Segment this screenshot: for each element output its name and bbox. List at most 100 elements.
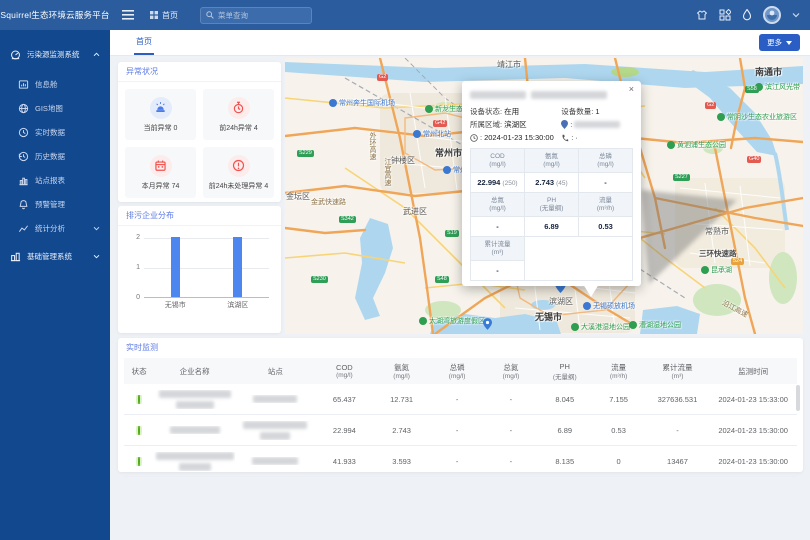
sidebar-item-sub-5[interactable]: 站点报表 [0, 169, 110, 191]
cell-value: 6.89 [538, 426, 592, 435]
history-data-icon [18, 151, 29, 162]
cell-value: 65.437 [316, 395, 373, 404]
sidebar-item-label: 实时数据 [35, 127, 65, 138]
abnormal-card-2[interactable]: 本月异常 74 [125, 147, 196, 198]
theme-shirt-icon[interactable] [696, 9, 708, 21]
abnormal-card-label: 前24h未处理异常 4 [209, 181, 269, 191]
search-input[interactable] [218, 11, 303, 20]
site-name-redacted [235, 395, 316, 403]
more-button[interactable]: 更多 [759, 34, 800, 51]
enterprise-name-redacted [154, 390, 235, 409]
table-row[interactable]: 22.9942.743--6.890.53-2024-01-23 15:30:0… [124, 415, 797, 446]
abnormal-card-label: 当前异常 0 [144, 123, 178, 133]
metric-value: 2.743 (45) [525, 173, 579, 193]
cell-value: 2024-01-23 15:30:00 [709, 457, 796, 466]
y-tick-label: 2 [130, 234, 140, 241]
cell-value: 327636.531 [646, 395, 710, 404]
metric-value: - [579, 173, 633, 193]
panel-title: 实时监测 [118, 338, 803, 358]
sidebar-item-base-system[interactable]: 基础管理系统 [0, 245, 110, 267]
sidebar-item-sub-3[interactable]: 实时数据 [0, 121, 110, 143]
breadcrumb[interactable]: 首页 [150, 10, 178, 21]
column-header: 氨氮(mg/l) [373, 362, 430, 380]
status-dot [124, 395, 154, 404]
cell-value: 8.135 [538, 457, 592, 466]
metric-header: 流量(m³/h) [579, 193, 633, 217]
panel-title: 异常状况 [118, 62, 281, 82]
abnormal-card-3[interactable]: 前24h未处理异常 4 [203, 147, 274, 198]
widget-icon[interactable] [719, 9, 731, 21]
popup-metrics-table: COD(mg/l)氨氮(mg/l)总磷(mg/l) 22.994 (250)2.7… [470, 148, 633, 281]
location-pin-icon [561, 120, 568, 129]
popup-title-redacted [470, 91, 633, 99]
map-info-popup: × 设备状态:在用 设备数量:1 所属区域:滨湖区 : :2024-01-23 … [462, 81, 641, 286]
close-icon[interactable]: × [629, 84, 634, 94]
metric-header: 总磷(mg/l) [579, 149, 633, 173]
table-scrollbar[interactable] [796, 385, 800, 411]
cell-value: 0.53 [592, 426, 646, 435]
gridline [144, 268, 269, 269]
abnormal-card-0[interactable]: 当前异常 0 [125, 89, 196, 140]
chevron-down-icon[interactable] [792, 12, 800, 18]
sidebar-item-label: 信息舱 [35, 79, 58, 90]
abnormal-card-1[interactable]: 前24h异常 4 [203, 89, 274, 140]
bar-chart: 012 [144, 238, 269, 298]
gis-map[interactable]: 靖江市南通市常州市钟楼区武进区金坛区金武快速路无锡市滨湖区常熟市三环快速路常州奔… [285, 58, 803, 334]
device-phone: :· [561, 131, 578, 144]
user-avatar[interactable] [763, 6, 781, 24]
monitor-table: 状态企业名称站点COD(mg/l)氨氮(mg/l)总磷(mg/l)总氮(mg/l… [124, 358, 797, 477]
device-count: 设备数量:1 [561, 105, 599, 118]
table-header-row: 状态企业名称站点COD(mg/l)氨氮(mg/l)总磷(mg/l)总氮(mg/l… [124, 358, 797, 384]
sidebar-item-sub-2[interactable]: GIS地图 [0, 97, 110, 119]
metric-value: 0.53 [579, 217, 633, 237]
flame-icon[interactable] [742, 9, 752, 21]
sidebar-item-label: 基础管理系统 [27, 251, 72, 262]
cell-value: 2024-01-23 15:30:00 [709, 426, 796, 435]
cell-value: - [484, 395, 538, 404]
y-tick-label: 1 [130, 264, 140, 271]
cell-value: 13467 [646, 457, 710, 466]
hamburger-icon[interactable] [122, 10, 134, 20]
site-name-redacted [235, 421, 316, 440]
metric-value: 22.994 (250) [471, 173, 525, 193]
sidebar-item-sub-4[interactable]: 历史数据 [0, 145, 110, 167]
metric-header: COD(mg/l) [471, 149, 525, 173]
bar-滨湖区 [233, 237, 242, 297]
table-row[interactable]: 65.43712.731--8.0457.155327636.5312024-0… [124, 384, 797, 415]
cell-value: 0 [592, 457, 646, 466]
enterprise-name-redacted [154, 452, 235, 471]
sidebar-item-sub-6[interactable]: 预警管理 [0, 193, 110, 215]
sidebar-nav: 污染源监测系统信息舱 GIS地图实时数据历史数据站点报表预警管理统计分析基础管理系… [0, 30, 110, 540]
breadcrumb-home[interactable]: 首页 [162, 10, 178, 21]
sidebar-item-sub-7[interactable]: 统计分析 [0, 217, 110, 239]
column-header: 总氮(mg/l) [484, 362, 538, 380]
status-dot [124, 457, 154, 466]
cell-value: 3.593 [373, 457, 430, 466]
device-region: 所属区域:滨湖区 [470, 118, 561, 131]
menu-search-box[interactable] [200, 7, 312, 24]
sidebar-item-sub-1[interactable]: 信息舱 [0, 73, 110, 95]
column-header: 状态 [124, 366, 154, 377]
sidebar-item-label: 污染源监测系统 [27, 49, 80, 60]
metric-header: 氨氮(mg/l) [525, 149, 579, 173]
sidebar-item-label: 统计分析 [35, 223, 65, 234]
device-address-redacted: : [561, 118, 620, 131]
cell-value: - [430, 457, 484, 466]
clock-icon [470, 134, 478, 142]
x-category-label: 无锡市 [144, 300, 207, 310]
column-header: 站点 [235, 366, 316, 377]
y-tick-label: 0 [130, 294, 140, 301]
table-row[interactable]: 41.9333.593--8.1350134672024-01-23 15:30… [124, 446, 797, 477]
chevron-up-icon [93, 52, 100, 57]
cell-value: 41.933 [316, 457, 373, 466]
apps-grid-icon [150, 11, 158, 19]
sidebar-item-label: 站点报表 [35, 175, 65, 186]
alert-management-icon [18, 199, 29, 210]
bar-无锡市 [171, 237, 180, 297]
cell-value: - [484, 457, 538, 466]
metric-header: 总氮(mg/l) [471, 193, 525, 217]
sidebar-item-monitor-system[interactable]: 污染源监测系统 [0, 43, 110, 65]
tab-home[interactable]: 首页 [136, 30, 152, 56]
device-time: :2024-01-23 15:30:00 [470, 131, 561, 144]
abnormal-card-label: 前24h异常 4 [219, 123, 258, 133]
